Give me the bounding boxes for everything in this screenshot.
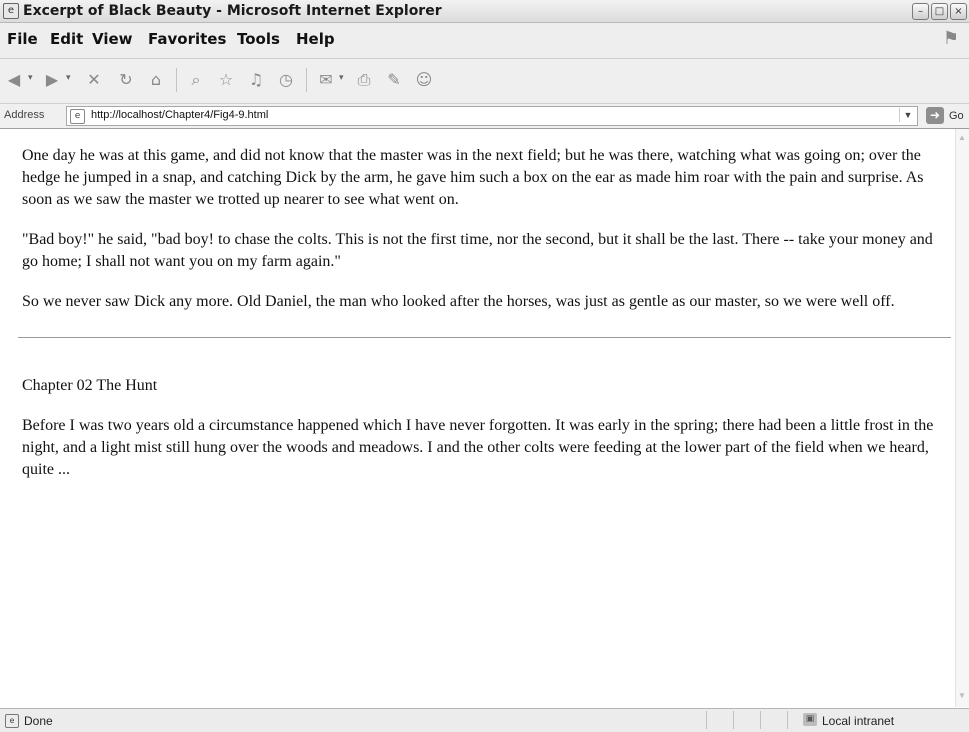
refresh-icon[interactable]: ↻ — [116, 70, 136, 90]
menu-view[interactable]: View — [92, 30, 133, 48]
menu-file[interactable]: File — [7, 30, 38, 48]
page-icon: e — [70, 109, 85, 124]
standard-toolbar: ◀ ▾ ▶ ▾ ✕ ↻ ⌂ ⌕ ☆ ♫ ◷ ✉ ▾ ⎙ ✎ ☺ — [0, 59, 969, 104]
address-dropdown-icon[interactable]: ▼ — [899, 108, 916, 122]
paragraph: Before I was two years old a circumstanc… — [22, 417, 934, 478]
mail-icon[interactable]: ✉ — [316, 70, 336, 90]
status-divider — [787, 711, 788, 729]
paragraph: "Bad boy!" he said, "bad boy! to chase t… — [22, 231, 933, 270]
go-button[interactable]: Go — [949, 110, 964, 122]
menu-tools[interactable]: Tools — [237, 30, 280, 48]
scroll-up-icon[interactable]: ▲ — [958, 133, 966, 142]
paragraph: One day he was at this game, and did not… — [22, 147, 924, 208]
forward-icon[interactable]: ▶ — [42, 70, 62, 90]
window-controls: – □ × — [912, 3, 967, 20]
back-icon[interactable]: ◀ — [4, 70, 24, 90]
media-icon[interactable]: ♫ — [246, 70, 266, 90]
menu-edit[interactable]: Edit — [50, 30, 83, 48]
menu-favorites[interactable]: Favorites — [148, 30, 226, 48]
page-status-icon: e — [5, 714, 19, 728]
address-label: Address — [4, 109, 45, 121]
stop-icon[interactable]: ✕ — [84, 70, 104, 90]
history-icon[interactable]: ◷ — [276, 70, 296, 90]
edit-icon[interactable]: ✎ — [384, 70, 404, 90]
search-icon[interactable]: ⌕ — [186, 70, 206, 90]
vertical-scrollbar[interactable]: ▲ ▼ — [955, 129, 969, 707]
print-icon[interactable]: ⎙ — [354, 70, 374, 90]
title-bar: e Excerpt of Black Beauty - Microsoft In… — [0, 0, 969, 23]
favorites-icon[interactable]: ☆ — [216, 70, 236, 90]
mail-dropdown-icon[interactable]: ▾ — [339, 72, 344, 83]
scroll-down-icon[interactable]: ▼ — [958, 691, 966, 700]
intranet-zone-icon: ▣ — [803, 713, 817, 726]
maximize-icon[interactable]: □ — [931, 3, 948, 20]
home-icon[interactable]: ⌂ — [146, 70, 166, 90]
status-divider — [706, 711, 707, 729]
window-title: Excerpt of Black Beauty - Microsoft Inte… — [23, 3, 442, 19]
status-bar: e Done ▣ Local intranet — [0, 708, 969, 732]
back-dropdown-icon[interactable]: ▾ — [28, 72, 33, 83]
windows-flag-icon: ⚑ — [942, 28, 960, 48]
horizontal-rule — [18, 337, 951, 338]
chapter-heading: Chapter 02 The Hunt — [22, 377, 158, 394]
close-icon[interactable]: × — [950, 3, 967, 20]
forward-dropdown-icon[interactable]: ▾ — [66, 72, 71, 83]
security-zone: Local intranet — [822, 714, 895, 728]
document-body: One day he was at this game, and did not… — [18, 145, 951, 499]
address-input[interactable]: e http://localhost/Chapter4/Fig4-9.html … — [66, 106, 918, 126]
menu-bar: File Edit View Favorites Tools Help ⚑ — [0, 23, 969, 59]
toolbar-separator — [306, 68, 307, 92]
messenger-icon[interactable]: ☺ — [414, 70, 434, 90]
go-arrow-icon[interactable]: ➜ — [926, 107, 944, 124]
status-divider — [733, 711, 734, 729]
paragraph: So we never saw Dick any more. Old Danie… — [22, 293, 895, 310]
page-content: One day he was at this game, and did not… — [0, 129, 955, 707]
menu-help[interactable]: Help — [296, 30, 335, 48]
status-divider — [760, 711, 761, 729]
ie-logo-icon[interactable]: e — [3, 3, 19, 19]
address-url[interactable]: http://localhost/Chapter4/Fig4-9.html — [91, 109, 268, 121]
status-text: Done — [24, 714, 53, 728]
address-bar: Address e http://localhost/Chapter4/Fig4… — [0, 104, 969, 129]
toolbar-separator — [176, 68, 177, 92]
minimize-icon[interactable]: – — [912, 3, 929, 20]
